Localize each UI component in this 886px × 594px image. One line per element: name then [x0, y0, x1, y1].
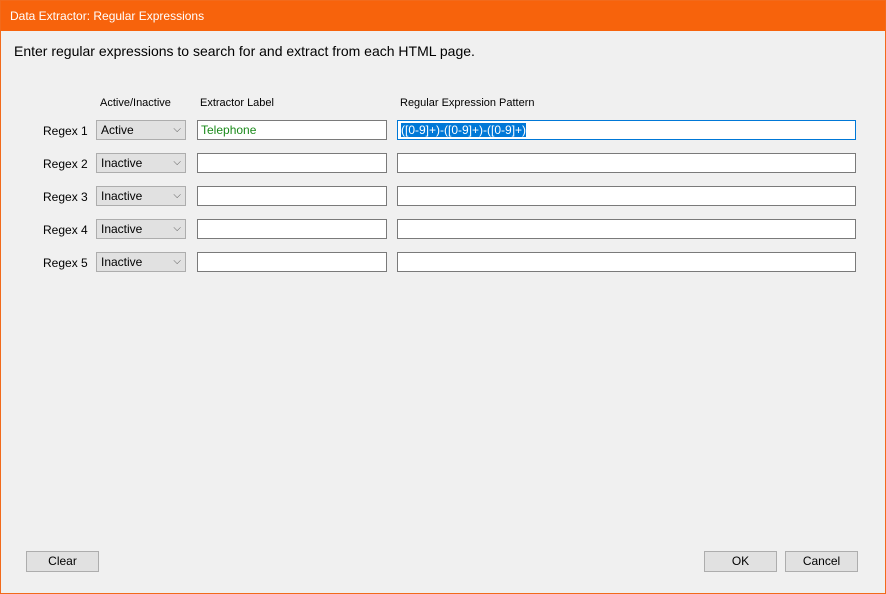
column-header-label: Extractor Label	[200, 97, 274, 109]
extractor-label-input[interactable]	[197, 153, 387, 173]
extractor-label-input[interactable]	[197, 252, 387, 272]
row-label: Regex 2	[43, 157, 88, 171]
status-dropdown[interactable]: Inactive ⌵	[96, 153, 186, 173]
status-dropdown[interactable]: Inactive ⌵	[96, 186, 186, 206]
pattern-input[interactable]	[397, 153, 856, 173]
clear-button[interactable]: Clear	[26, 551, 99, 572]
column-header-pattern: Regular Expression Pattern	[400, 97, 535, 109]
status-value: Inactive	[101, 222, 143, 236]
status-dropdown[interactable]: Inactive ⌵	[96, 252, 186, 272]
status-dropdown[interactable]: Inactive ⌵	[96, 219, 186, 239]
extractor-label-input[interactable]	[197, 219, 387, 239]
chevron-down-icon: ⌵	[173, 256, 181, 267]
pattern-input[interactable]	[397, 252, 856, 272]
title-bar: Data Extractor: Regular Expressions	[1, 1, 885, 31]
chevron-down-icon: ⌵	[173, 124, 181, 135]
extractor-label-input[interactable]	[197, 186, 387, 206]
chevron-down-icon: ⌵	[173, 157, 181, 168]
row-label: Regex 1	[43, 124, 88, 138]
extractor-label-input[interactable]: Telephone	[197, 120, 387, 140]
status-dropdown[interactable]: Active ⌵	[96, 120, 186, 140]
window-title: Data Extractor: Regular Expressions	[10, 9, 205, 23]
dialog-window: Data Extractor: Regular Expressions Ente…	[0, 0, 886, 594]
chevron-down-icon: ⌵	[173, 190, 181, 201]
pattern-input[interactable]	[397, 186, 856, 206]
status-value: Inactive	[101, 255, 143, 269]
selected-text: ([0-9]+)-([0-9]+)-([0-9]+)	[401, 123, 527, 137]
pattern-input[interactable]	[397, 219, 856, 239]
row-label: Regex 5	[43, 256, 88, 270]
cancel-button[interactable]: Cancel	[785, 551, 858, 572]
pattern-input[interactable]: ([0-9]+)-([0-9]+)-([0-9]+)	[397, 120, 856, 140]
row-label: Regex 3	[43, 190, 88, 204]
chevron-down-icon: ⌵	[173, 223, 181, 234]
row-label: Regex 4	[43, 223, 88, 237]
status-value: Inactive	[101, 156, 143, 170]
status-value: Inactive	[101, 189, 143, 203]
instruction-text: Enter regular expressions to search for …	[14, 43, 475, 59]
status-value: Active	[101, 123, 134, 137]
column-header-status: Active/Inactive	[100, 97, 171, 109]
ok-button[interactable]: OK	[704, 551, 777, 572]
